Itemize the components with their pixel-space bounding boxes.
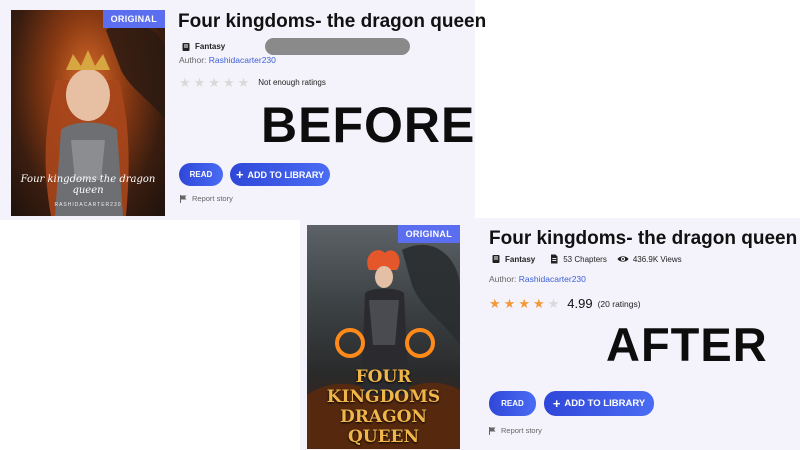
rating-value: 4.99: [567, 296, 593, 311]
rating-row: ★ ★ ★ ★ ★ Not enough ratings: [179, 76, 326, 89]
add-to-library-label: ADD TO LIBRARY: [564, 398, 646, 409]
author-row: Author: Rashidacarter230: [489, 274, 586, 284]
rating-note: Not enough ratings: [258, 78, 326, 87]
flag-icon: [489, 426, 496, 435]
plus-icon: +: [552, 396, 561, 411]
report-label: Report story: [501, 426, 542, 435]
rating-row: ★ ★ ★ ★ ★ 4.99 (20 ratings): [489, 296, 641, 311]
plus-icon: +: [235, 167, 244, 182]
cover-title-line-1: FOUR KINGDOMS: [326, 367, 441, 407]
author-row: Author: Rashidacarter230: [179, 55, 276, 65]
star-icon[interactable]: ★: [194, 76, 206, 89]
star-icon[interactable]: ★: [548, 297, 560, 310]
star-icon[interactable]: ★: [208, 76, 220, 89]
book-meta-row: Fantasy: [181, 38, 411, 55]
author-prefix: Author:: [489, 274, 517, 284]
star-icon[interactable]: ★: [533, 297, 545, 310]
add-to-library-button[interactable]: + ADD TO LIBRARY: [544, 391, 654, 416]
views-count: 436.9K Views: [632, 254, 682, 264]
redacted-stats: [265, 38, 411, 55]
add-to-library-button[interactable]: + ADD TO LIBRARY: [230, 163, 330, 186]
genre-label[interactable]: Fantasy: [195, 42, 225, 51]
report-story-link[interactable]: Report story: [489, 426, 542, 435]
read-button[interactable]: READ: [489, 391, 536, 416]
read-button[interactable]: READ: [179, 163, 223, 186]
star-icon[interactable]: ★: [504, 297, 516, 310]
star-icon[interactable]: ★: [223, 76, 235, 89]
book-meta-row: Fantasy 53 Chapters 436.9K Views: [491, 254, 692, 264]
author-prefix: Author:: [179, 55, 207, 65]
cover-title: FOUR KINGDOMS DRAGON QUEEN: [307, 367, 460, 447]
cover-author: RASHIDACARTER230: [54, 202, 122, 208]
before-book-cover[interactable]: ORIGINAL Four kingdoms the dragon queen …: [11, 10, 165, 216]
cover-title-line-2: DRAGON QUEEN: [340, 407, 427, 447]
flag-icon: [180, 194, 187, 203]
book-title[interactable]: Four kingdoms- the dragon queen: [489, 228, 797, 250]
star-icon[interactable]: ★: [238, 76, 250, 89]
author-link[interactable]: Rashidacarter230: [209, 55, 276, 65]
star-icon[interactable]: ★: [489, 297, 501, 310]
document-icon: [551, 254, 558, 264]
after-book-card: ORIGINAL FOUR KINGDOMS DRAGON QUEEN Four…: [300, 218, 800, 450]
after-label: AFTER: [606, 318, 768, 371]
report-story-link[interactable]: Report story: [180, 194, 233, 203]
original-badge: ORIGINAL: [397, 225, 460, 243]
report-label: Report story: [192, 194, 233, 203]
book-icon: [182, 42, 190, 51]
star-icon[interactable]: ★: [518, 297, 530, 310]
before-label: BEFORE: [261, 97, 476, 153]
after-book-cover[interactable]: ORIGINAL FOUR KINGDOMS DRAGON QUEEN: [307, 225, 460, 449]
genre-label[interactable]: Fantasy: [505, 255, 535, 264]
book-icon: [492, 255, 500, 263]
original-badge: ORIGINAL: [102, 10, 165, 28]
rating-count: (20 ratings): [597, 298, 641, 309]
chapters-count: 53 Chapters: [563, 254, 607, 264]
star-icon[interactable]: ★: [179, 76, 191, 89]
eye-icon: [617, 256, 629, 262]
add-to-library-label: ADD TO LIBRARY: [247, 169, 325, 180]
before-book-card: ORIGINAL Four kingdoms the dragon queen …: [0, 0, 486, 220]
cover-title: Four kingdoms the dragon queen: [20, 174, 156, 196]
author-link[interactable]: Rashidacarter230: [519, 274, 586, 284]
book-title[interactable]: Four kingdoms- the dragon queen: [178, 11, 486, 33]
